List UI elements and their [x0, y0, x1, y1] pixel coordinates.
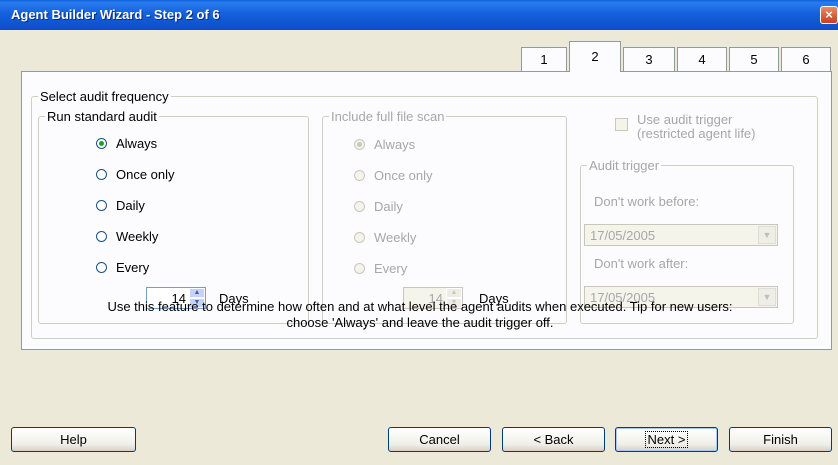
radio-icon [354, 138, 365, 150]
radio-label: Every [116, 259, 150, 275]
standard-radio-weekly[interactable]: Weekly [96, 227, 158, 245]
help-hint-text: Use this feature to determine how often … [40, 299, 800, 331]
radio-label: Weekly [374, 229, 417, 245]
radio-icon [354, 200, 365, 212]
stepper-up-icon[interactable]: ▲ [189, 288, 205, 298]
standard-radio-every[interactable]: Every [96, 258, 149, 276]
help-button[interactable]: Help [11, 427, 136, 452]
close-icon[interactable]: × [820, 6, 838, 24]
fullscan-radio-weekly: Weekly [354, 228, 416, 246]
radio-label: Always [374, 136, 416, 152]
standard-audit-label: Run standard audit [47, 109, 157, 124]
use-audit-trigger-checkbox [615, 118, 628, 131]
hint-line2: choose 'Always' and leave the audit trig… [286, 315, 554, 330]
chevron-down-icon: ▼ [758, 226, 776, 244]
radio-icon [354, 169, 365, 181]
tab-4[interactable]: 4 [677, 47, 727, 71]
hint-line1: Use this feature to determine how often … [107, 299, 733, 314]
fullscan-radio-always: Always [354, 135, 415, 153]
tab-1[interactable]: 1 [521, 47, 567, 71]
title-bar: Agent Builder Wizard - Step 2 of 6 × [0, 0, 838, 30]
dont-work-before-label: Don't work before: [594, 194, 700, 209]
tab-2[interactable]: 2 [569, 41, 621, 72]
finish-button[interactable]: Finish [729, 427, 832, 452]
radio-icon[interactable] [96, 137, 107, 149]
use-trigger-line1: Use audit trigger [637, 112, 733, 127]
combo-value: 17/05/2005 [590, 227, 656, 243]
radio-label: Once only [116, 166, 175, 182]
standard-radio-once-only[interactable]: Once only [96, 165, 175, 183]
radio-label: Once only [374, 167, 433, 183]
radio-icon[interactable] [96, 230, 107, 242]
full-scan-label: Include full file scan [331, 109, 445, 124]
radio-label: Every [374, 260, 408, 276]
radio-label: Weekly [116, 228, 159, 244]
back-button[interactable]: < Back [502, 427, 605, 452]
standard-radio-always[interactable]: Always [96, 134, 157, 152]
next-button[interactable]: Next > [615, 427, 718, 452]
radio-icon [354, 231, 365, 243]
standard-radio-daily[interactable]: Daily [96, 196, 145, 214]
radio-label: Always [116, 135, 158, 151]
tab-3[interactable]: 3 [623, 47, 675, 71]
fullscan-radio-daily: Daily [354, 197, 403, 215]
window-title: Agent Builder Wizard - Step 2 of 6 [11, 7, 220, 22]
tab-6[interactable]: 6 [781, 47, 831, 71]
stepper-up-icon: ▲ [446, 288, 462, 298]
cancel-button[interactable]: Cancel [388, 427, 491, 452]
radio-label: Daily [374, 198, 403, 214]
next-button-label: Next > [644, 431, 689, 448]
radio-icon[interactable] [96, 168, 107, 180]
fullscan-radio-once-only: Once only [354, 166, 433, 184]
fullscan-radio-every: Every [354, 259, 407, 277]
radio-icon [354, 262, 365, 274]
audit-trigger-label: Audit trigger [589, 158, 660, 173]
radio-icon[interactable] [96, 261, 107, 273]
use-trigger-line2: (restricted agent life) [637, 126, 756, 141]
radio-label: Daily [116, 197, 145, 213]
audit-frequency-label: Select audit frequency [40, 89, 169, 104]
use-audit-trigger-label: Use audit trigger (restricted agent life… [637, 113, 756, 141]
dont-work-after-label: Don't work after: [594, 256, 689, 271]
radio-icon[interactable] [96, 199, 107, 211]
dont-work-before-date: 17/05/2005 ▼ [584, 224, 778, 246]
tab-5[interactable]: 5 [729, 47, 779, 71]
